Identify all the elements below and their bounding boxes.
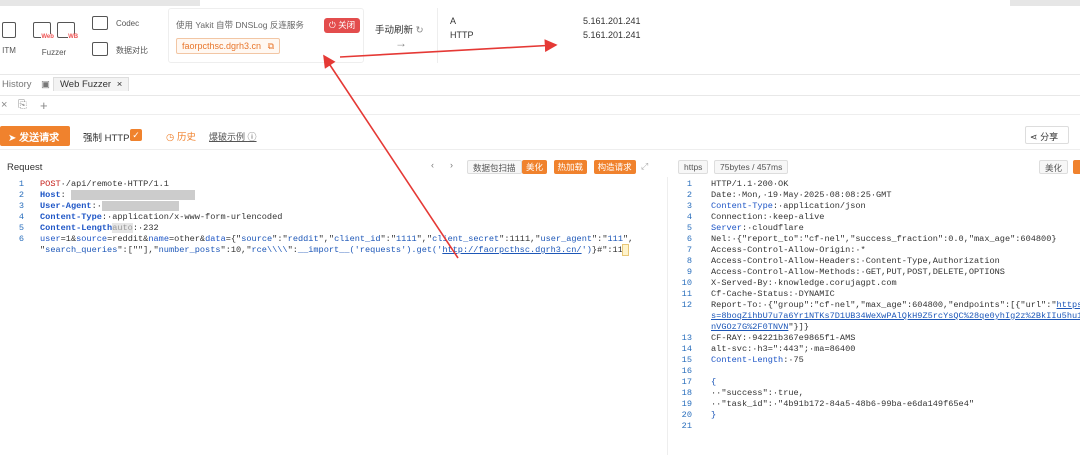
request-header: Request ‹ › 数据包扫描 美化 热加载 构造请求 ⤢ [7, 156, 657, 176]
save-icon[interactable]: ⎘ [18, 99, 27, 112]
add-tab-icon[interactable]: + [40, 98, 48, 113]
dnslog-domain[interactable]: faorpcthsc.dgrh3.cn ⧉ [176, 38, 280, 54]
share-icon: ⋖ [1030, 132, 1038, 142]
close-icon[interactable]: × [1, 99, 7, 111]
share-button[interactable]: ⋖ 分享 [1025, 126, 1069, 144]
response-extra-button[interactable] [1073, 160, 1080, 174]
tool-itm[interactable]: ITM [0, 22, 18, 55]
tab-web-fuzzer[interactable]: Web Fuzzer × [53, 77, 130, 91]
web-fuzzer2-icon: WB [57, 22, 79, 40]
force-https-checkbox[interactable]: ✓ [130, 129, 142, 141]
response-beautify-button[interactable]: 美化 [1039, 160, 1069, 174]
plug-icon [2, 22, 16, 38]
menu-strip [0, 0, 200, 6]
send-request-button[interactable]: ➤ 发送请求 [0, 126, 70, 146]
prev-icon[interactable]: ‹ [431, 160, 434, 170]
response-editor[interactable]: 1 HTTP/1.1·200·OK 2 Date:·Mon,·19·May·2025… [667, 177, 1080, 455]
web-fuzzer-icon: Web [32, 22, 54, 40]
tool-fuzzer[interactable]: Web WB Fuzzer [30, 22, 79, 57]
size-tag: 75bytes / 457ms [714, 160, 789, 174]
menu-strip-right [1010, 0, 1080, 6]
page-tabs: History ▣ Web Fuzzer × [0, 76, 1080, 96]
send-icon: ➤ [8, 133, 17, 144]
next-icon[interactable]: › [450, 160, 453, 170]
tab-icon: ▣ [41, 79, 50, 90]
beautify-button[interactable]: 美化 [522, 160, 548, 174]
manual-refresh-button[interactable]: 手动刷新 ↻ [375, 22, 424, 36]
history-button[interactable]: ◷ 历史 [166, 129, 196, 143]
clock-icon: ◷ [166, 132, 175, 143]
refresh-icon: ↻ [415, 25, 424, 36]
compare-icon [92, 42, 108, 56]
help-icon: ⓘ [247, 132, 257, 142]
top-toolbar: ITM Web WB Fuzzer Codec 数据对比 使用 Yakit 自带… [0, 0, 1080, 75]
example-link[interactable]: 爆破示例 ⓘ [209, 130, 257, 143]
action-bar: ➤ 发送请求 强制 HTTPS ✓ ◷ 历史 爆破示例 ⓘ ⋖ 分享 [0, 118, 1080, 150]
power-icon: ⏻ [329, 20, 336, 30]
scan-button[interactable]: 数据包扫描 [467, 160, 522, 174]
expand-icon[interactable]: ⤢ [641, 161, 648, 172]
sub-tab-row: × ⎘ + [0, 97, 1080, 115]
dnslog-title: 使用 Yakit 自带 DNSLog 反连服务 [176, 20, 304, 30]
response-header: https 75bytes / 457ms 美化 [676, 156, 1080, 176]
request-editor[interactable]: 1 POST·/api/remote·HTTP/1.1 2 Host: xxxxxx… [0, 177, 655, 455]
dnslog-result-list: A 5.161.201.241 HTTP 5.161.201.241 [437, 8, 1080, 63]
request-title: Request [7, 162, 43, 173]
dnslog-close-button[interactable]: ⏻ 关闭 [324, 18, 361, 33]
hotload-button[interactable]: 热加载 [553, 160, 588, 174]
tool-codec[interactable]: Codec [92, 16, 152, 32]
copy-icon[interactable]: ⧉ [268, 41, 274, 51]
codec-icon [92, 16, 108, 30]
tab-history[interactable]: History [2, 79, 32, 90]
tool-data-compare[interactable]: 数据对比 [92, 42, 162, 58]
force-https-label: 强制 HTTPS [83, 133, 136, 144]
dnslog-record: A 5.161.201.241 [450, 16, 641, 26]
arrow-right-icon: → [395, 36, 407, 50]
dnslog-panel: 使用 Yakit 自带 DNSLog 反连服务 ⏻ 关闭 faorpcthsc.… [168, 8, 364, 63]
build-request-button[interactable]: 构造请求 [593, 160, 636, 174]
close-tab-icon[interactable]: × [117, 79, 123, 90]
dnslog-record: HTTP 5.161.201.241 [450, 30, 641, 40]
proto-tag: https [678, 160, 709, 174]
